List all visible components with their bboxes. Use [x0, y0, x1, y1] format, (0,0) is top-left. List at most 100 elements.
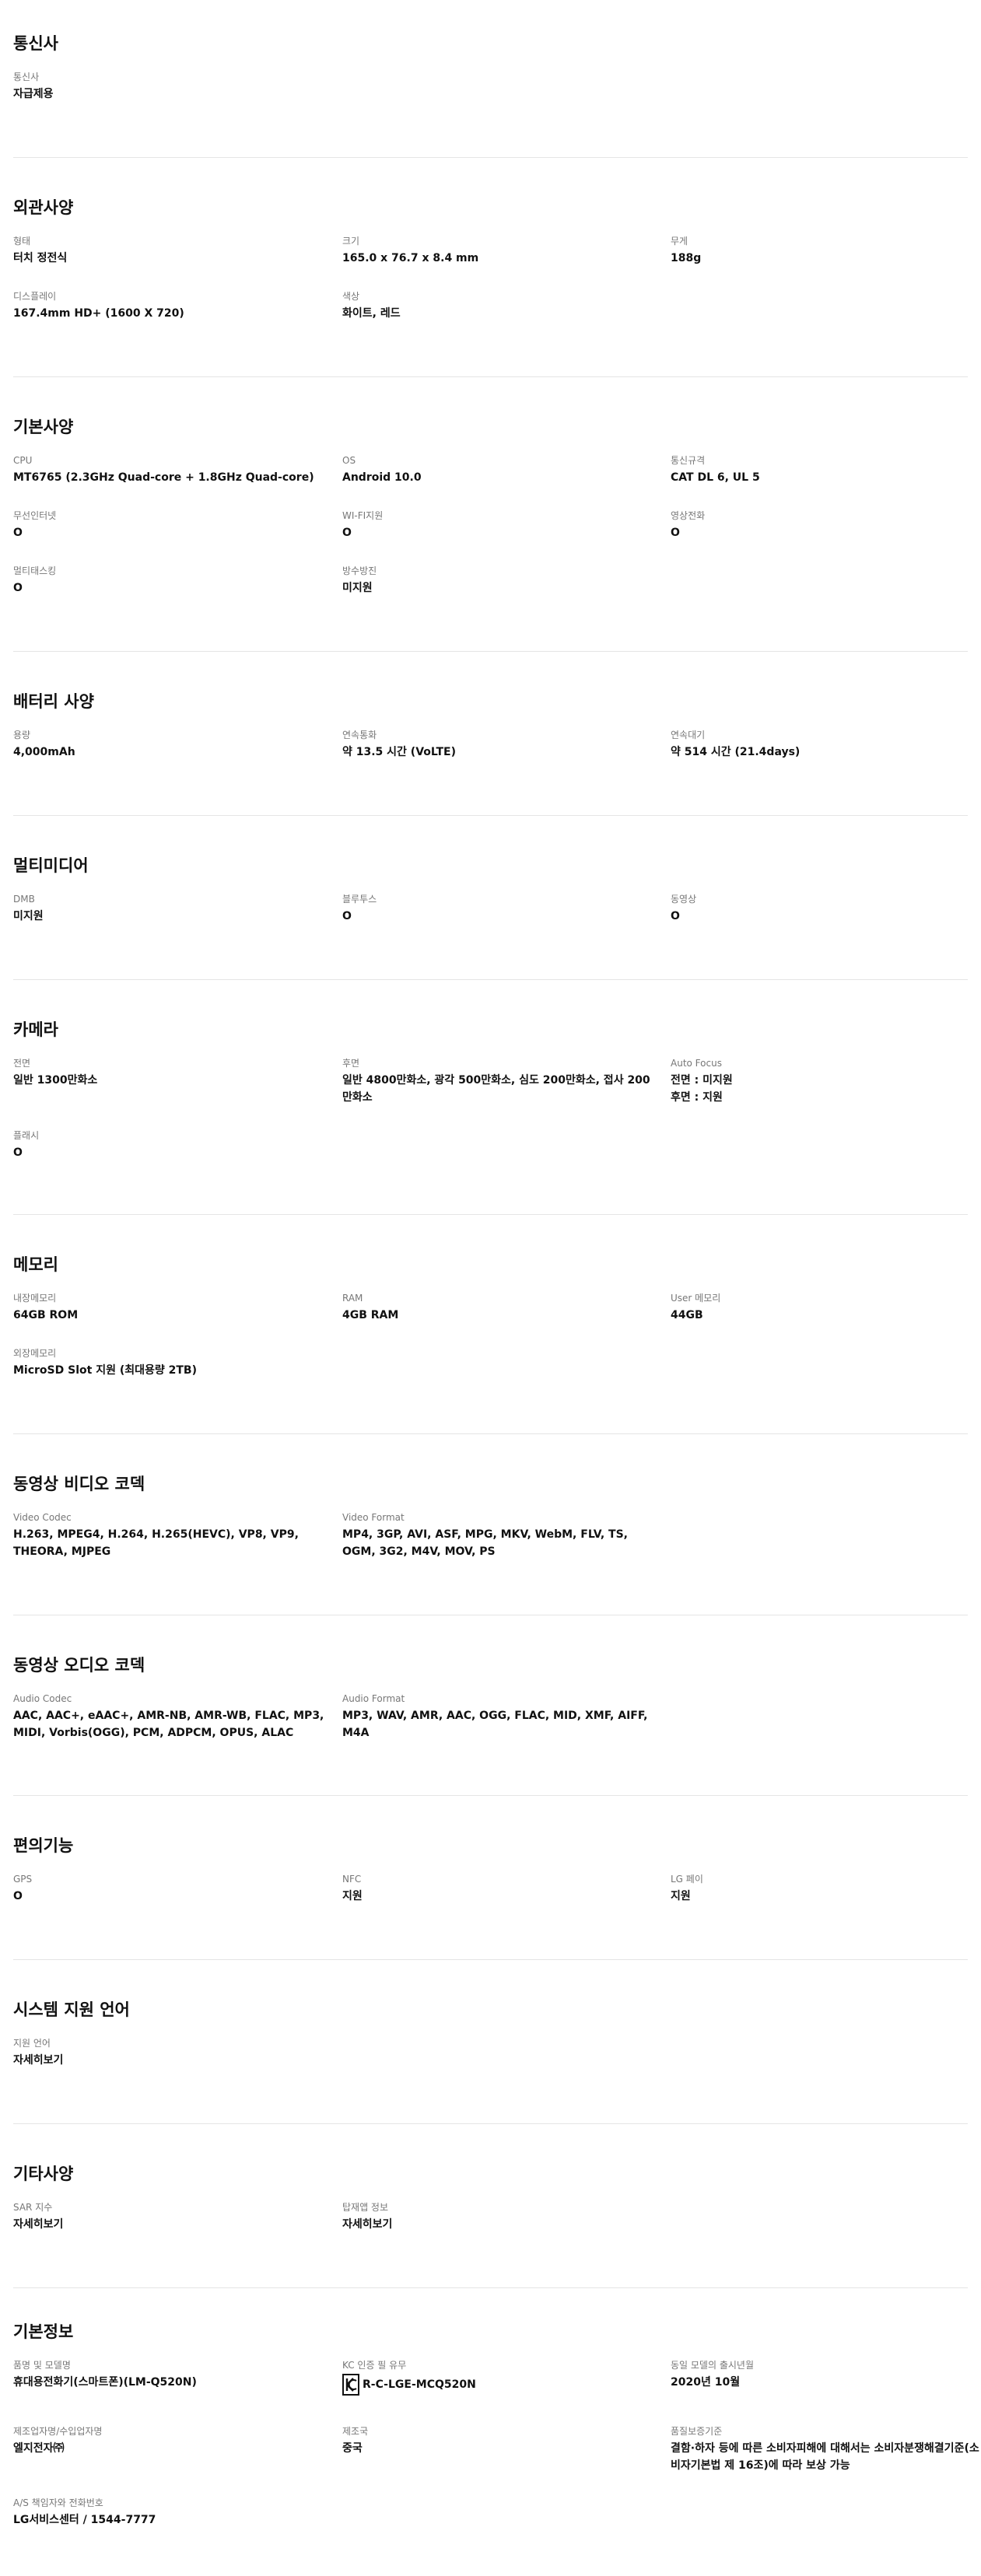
spec-label: 동영상: [671, 894, 697, 905]
spec-item: 통신사 자급제용: [13, 71, 324, 103]
spec-value: O: [13, 1890, 23, 1902]
spec-item: 영상전화 O: [671, 509, 981, 541]
spec-label: 무선인터넷: [13, 510, 57, 521]
spec-label: Audio Format: [342, 1693, 405, 1704]
spec-label: 후면: [342, 1058, 360, 1069]
spec-label: KC 인증 필 유무: [342, 2360, 407, 2371]
spec-label: 탑재앱 정보: [342, 2202, 389, 2213]
spec-value: 미지원: [342, 582, 373, 594]
spec-label: 지원 언어: [13, 2038, 51, 2049]
spec-value: 약 514 시간 (21.4days): [671, 746, 801, 758]
preloaded-apps-detail-link[interactable]: 자세히보기: [342, 2216, 653, 2233]
spec-item: 제조국 중국: [342, 2425, 653, 2457]
spec-item: Video Format MP4, 3GP, AVI, ASF, MPG, MK…: [342, 1511, 653, 1560]
kc-mark-icon: [342, 2374, 359, 2396]
spec-label: 제조업자명/수입업자명: [13, 2426, 103, 2437]
spec-value: 자급제용: [13, 88, 54, 100]
spec-label: 방수방진: [342, 565, 377, 576]
spec-value: O: [13, 582, 23, 594]
spec-label: GPS: [13, 1874, 33, 1885]
spec-label: 내장메모리: [13, 1293, 57, 1304]
section-audio-codec: 동영상 오디오 코덱 Audio Codec AAC, AAC+, eAAC+,…: [13, 1615, 968, 1796]
spec-item: 전면 일반 1300만화소: [13, 1057, 324, 1089]
spec-label: DMB: [13, 894, 35, 905]
spec-value: O: [13, 1146, 23, 1159]
spec-value: MP3, WAV, AMR, AAC, OGG, FLAC, MID, XMF,…: [342, 1710, 648, 1739]
spec-label: 블루투스: [342, 894, 377, 905]
spec-value: 일반 4800만화소, 광각 500만화소, 심도 200만화소, 접사 200…: [342, 1074, 650, 1104]
spec-label: 디스플레이: [13, 291, 57, 302]
spec-value: 165.0 x 76.7 x 8.4 mm: [342, 252, 479, 264]
spec-value: O: [13, 527, 23, 539]
spec-item: 방수방진 미지원: [342, 565, 653, 597]
spec-item: 후면 일반 4800만화소, 광각 500만화소, 심도 200만화소, 접사 …: [342, 1057, 653, 1106]
spec-label: WI-FI지원: [342, 510, 384, 521]
spec-value: 4,000mAh: [13, 746, 75, 758]
spec-item: GPS O: [13, 1873, 324, 1905]
spec-item: 탑재앱 정보 자세히보기: [342, 2201, 653, 2233]
spec-value: 엘지전자㈜: [13, 2442, 65, 2455]
spec-label: 크기: [342, 236, 360, 247]
spec-label: LG 페이: [671, 1874, 703, 1885]
spec-label: 색상: [342, 291, 360, 302]
spec-item: Audio Format MP3, WAV, AMR, AAC, OGG, FL…: [342, 1692, 653, 1741]
spec-item: 무선인터넷 O: [13, 509, 324, 541]
spec-label: Video Format: [342, 1512, 405, 1523]
section-carrier: 통신사 통신사 자급제용: [13, 0, 968, 158]
spec-value: AAC, AAC+, eAAC+, AMR-NB, AMR-WB, FLAC, …: [13, 1710, 324, 1739]
spec-item: Video Codec H.263, MPEG4, H.264, H.265(H…: [13, 1511, 324, 1560]
spec-item: 지원 언어 자세히보기: [13, 2037, 324, 2069]
section-title: 배터리 사양: [13, 692, 94, 711]
spec-value: Android 10.0: [342, 471, 422, 484]
spec-label: 멀티태스킹: [13, 565, 57, 576]
spec-value: 터치 정전식: [13, 252, 68, 264]
section-battery: 배터리 사양 용량 4,000mAh 연속통화 약 13.5 시간 (VoLTE…: [13, 652, 968, 816]
spec-label: NFC: [342, 1874, 362, 1885]
spec-value: 약 13.5 시간 (VoLTE): [342, 746, 457, 758]
spec-label: OS: [342, 455, 356, 466]
spec-item: OS Android 10.0: [342, 454, 653, 486]
spec-item: User 메모리 44GB: [671, 1292, 981, 1324]
language-detail-link[interactable]: 자세히보기: [13, 2052, 324, 2069]
spec-value: LG서비스센터 / 1544-7777: [13, 2514, 156, 2526]
section-title: 기본정보: [13, 2322, 74, 2341]
spec-value: MT6765 (2.3GHz Quad-core + 1.8GHz Quad-c…: [13, 471, 314, 484]
spec-page: 통신사 통신사 자급제용 외관사양 형태 터치 정전식 크기 165.0 x 7…: [0, 0, 981, 2546]
spec-value: CAT DL 6, UL 5: [671, 471, 760, 484]
spec-value: MicroSD Slot 지원 (최대용량 2TB): [13, 1364, 197, 1377]
spec-value: O: [342, 910, 352, 922]
spec-value: O: [342, 527, 352, 539]
spec-label: 품명 및 모델명: [13, 2360, 71, 2371]
spec-item: 동영상 O: [671, 893, 981, 925]
spec-label: 통신규격: [671, 455, 706, 466]
section-convenience: 편의기능 GPS O NFC 지원 LG 페이 지원: [13, 1796, 968, 1960]
spec-item: LG 페이 지원: [671, 1873, 981, 1905]
spec-item: 품질보증기준 결함·하자 등에 따른 소비자피해에 대해서는 소비자분쟁해결기준…: [671, 2425, 981, 2474]
spec-value: 44GB: [671, 1309, 703, 1321]
spec-item: Auto Focus 전면 : 미지원 후면 : 지원: [671, 1057, 981, 1106]
section-other-spec: 기타사양 SAR 지수 자세히보기 탑재앱 정보 자세히보기: [13, 2124, 968, 2288]
section-camera: 카메라 전면 일반 1300만화소 후면 일반 4800만화소, 광각 500만…: [13, 980, 968, 1215]
spec-label: 연속통화: [342, 730, 377, 740]
spec-value: MP4, 3GP, AVI, ASF, MPG, MKV, WebM, FLV,…: [342, 1528, 628, 1558]
spec-item: A/S 책임자와 전화번호 LG서비스센터 / 1544-7777: [13, 2497, 324, 2529]
spec-item: 블루투스 O: [342, 893, 653, 925]
spec-label: CPU: [13, 455, 33, 466]
spec-label: User 메모리: [671, 1293, 721, 1304]
spec-label: RAM: [342, 1293, 363, 1304]
spec-item: 통신규격 CAT DL 6, UL 5: [671, 454, 981, 486]
section-title: 기타사양: [13, 2165, 74, 2183]
spec-value: 미지원: [13, 910, 44, 922]
spec-item: 내장메모리 64GB ROM: [13, 1292, 324, 1324]
section-memory: 메모리 내장메모리 64GB ROM RAM 4GB RAM User 메모리 …: [13, 1215, 968, 1434]
spec-item: RAM 4GB RAM: [342, 1292, 653, 1324]
spec-label: 품질보증기준: [671, 2426, 723, 2437]
spec-label: 통신사: [13, 72, 40, 82]
spec-value: H.263, MPEG4, H.264, H.265(HEVC), VP8, V…: [13, 1528, 299, 1558]
spec-value: 2020년 10월: [671, 2376, 741, 2389]
sar-detail-link[interactable]: 자세히보기: [13, 2216, 324, 2233]
section-title: 메모리: [13, 1255, 58, 1274]
section-title: 외관사양: [13, 198, 74, 217]
spec-label: 전면: [13, 1058, 31, 1069]
spec-value: 167.4mm HD+ (1600 X 720): [13, 307, 184, 320]
